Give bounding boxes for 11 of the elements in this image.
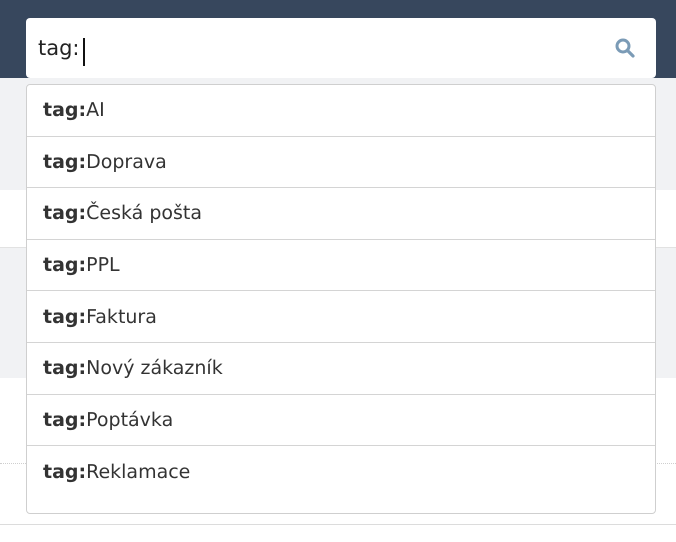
suggestion-item[interactable]: tag:Faktura [27,291,655,343]
text-cursor [83,38,85,66]
suggestion-item[interactable]: tag:PPL [27,240,655,292]
search-icon[interactable] [615,38,635,58]
suggestion-item[interactable]: tag:Česká pošta [27,188,655,240]
suggestion-item[interactable]: tag:Reklamace [27,446,655,498]
suggestion-item[interactable]: tag:Poptávka [27,394,655,446]
suggestion-item[interactable]: tag:AI [27,85,655,137]
suggestion-item[interactable]: tag:Nový zákazník [27,342,655,395]
suggestion-item[interactable]: tag:Doprava [27,136,655,188]
search-field[interactable]: tag: [26,18,656,78]
